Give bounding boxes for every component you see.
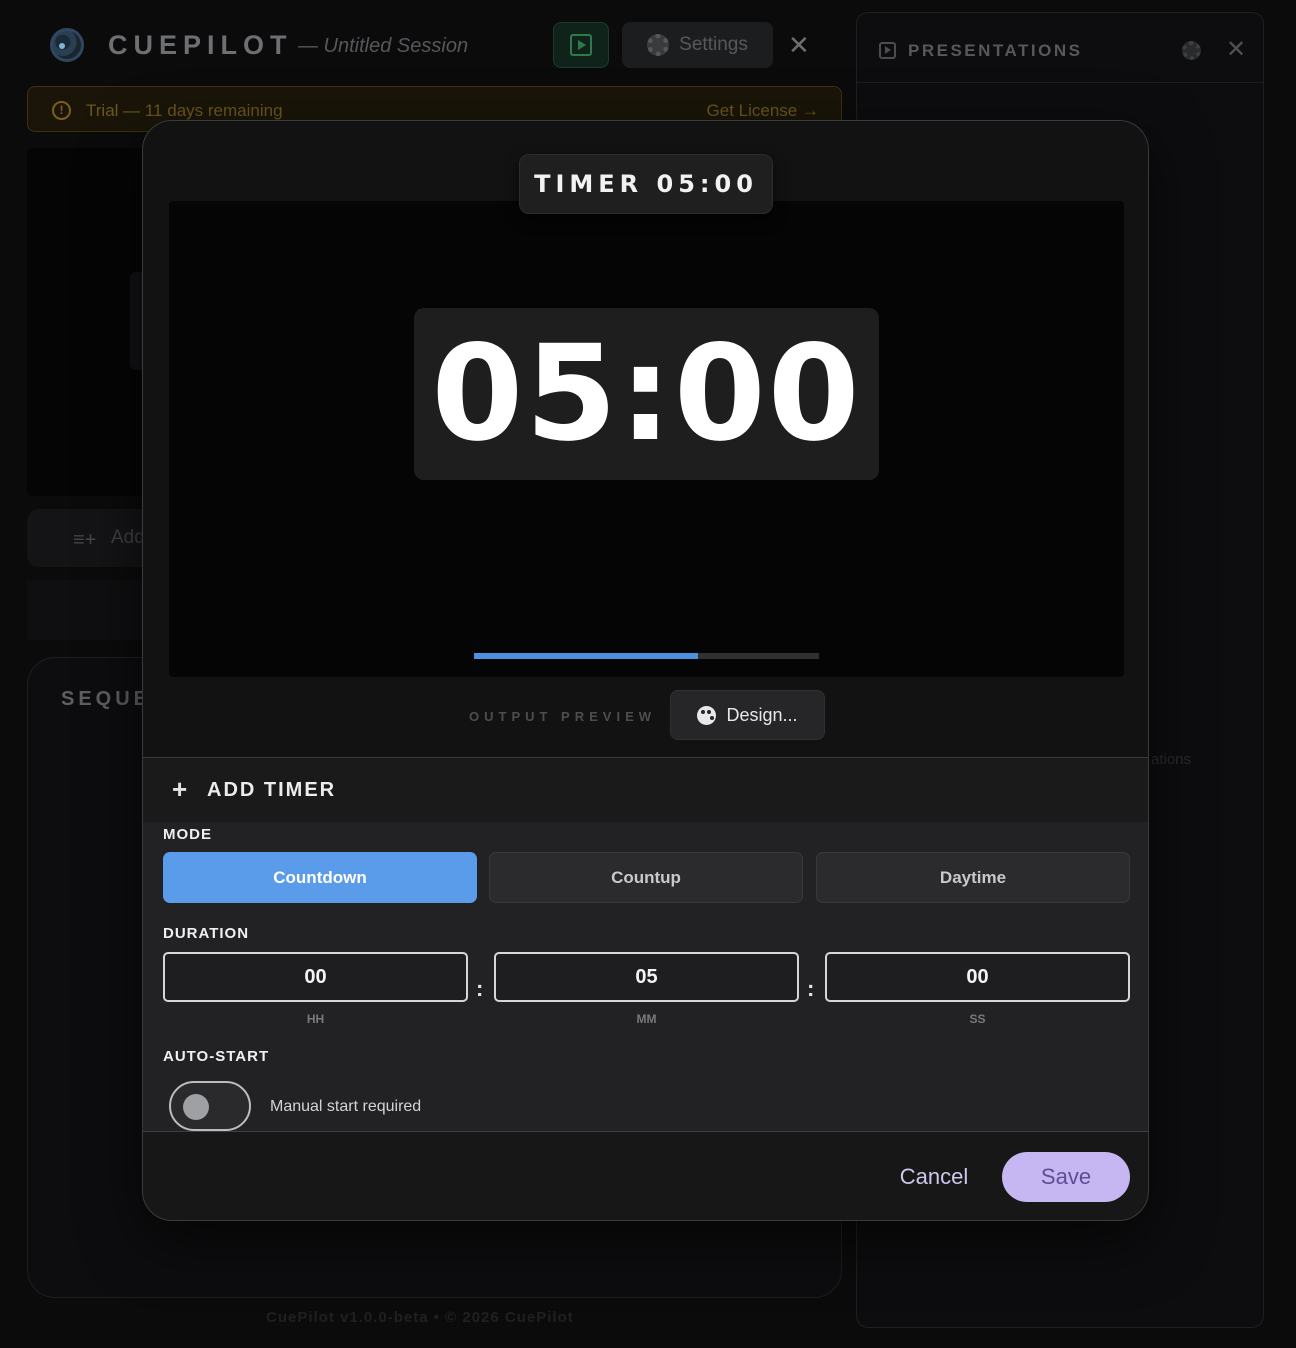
mode-countdown-button[interactable]: Countdown: [163, 852, 477, 903]
sequence-title: SEQUE: [61, 688, 152, 710]
timer-progress-bar: [474, 653, 819, 659]
add-label: Add: [111, 527, 145, 548]
app-logo-icon: [50, 28, 84, 62]
presentation-icon: [879, 42, 896, 59]
settings-label: Settings: [679, 34, 748, 55]
app-footer: CuePilot v1.0.0-beta • © 2026 CuePilot: [266, 1309, 574, 1326]
design-label: Design...: [726, 704, 798, 725]
session-title[interactable]: — Untitled Session: [298, 35, 468, 58]
app-header: CUEPILOT — Untitled Session Settings ✕: [0, 0, 850, 90]
duration-label: DURATION: [163, 925, 250, 942]
timer-display: 05:00: [414, 308, 879, 480]
mode-label: MODE: [163, 826, 212, 843]
hours-input[interactable]: [163, 952, 468, 1002]
footer-divider: [143, 1131, 1148, 1132]
get-license-link[interactable]: Get License →: [707, 101, 819, 121]
palette-icon: [697, 705, 717, 725]
toggle-knob: [183, 1094, 209, 1120]
minutes-unit-label: MM: [636, 1012, 657, 1026]
info-icon: !: [52, 101, 71, 120]
close-icon[interactable]: ✕: [1226, 35, 1246, 64]
output-preview-label: OUTPUT PREVIEW: [469, 709, 657, 724]
minutes-input[interactable]: [494, 952, 799, 1002]
presentations-empty-text: ations: [1151, 751, 1192, 768]
form-title: ADD TIMER: [207, 779, 337, 801]
timer-badge: TIMER 05:00: [519, 154, 773, 214]
app-brand: CUEPILOT: [108, 30, 293, 60]
design-button[interactable]: Design...: [670, 690, 825, 740]
playlist-add-icon: ≡+: [73, 529, 97, 551]
present-button[interactable]: [553, 22, 609, 68]
close-icon[interactable]: ✕: [788, 30, 810, 61]
play-icon: [570, 34, 592, 56]
hours-unit-label: HH: [306, 1012, 325, 1026]
presentations-header: PRESENTATIONS ✕: [857, 13, 1263, 83]
autostart-label: AUTO-START: [163, 1048, 270, 1065]
seconds-input[interactable]: [825, 952, 1130, 1002]
settings-button[interactable]: Settings: [622, 22, 773, 68]
mode-countup-button[interactable]: Countup: [489, 852, 803, 903]
add-timer-dialog: TIMER 05:00 05:00 OUTPUT PREVIEW Design.…: [142, 120, 1149, 1221]
time-separator: :: [476, 976, 484, 1001]
form-header: + ADD TIMER: [143, 758, 1148, 822]
gear-icon: [647, 34, 670, 56]
plus-icon: +: [172, 774, 188, 804]
preview-area: TIMER 05:00 05:00 OUTPUT PREVIEW Design.…: [143, 121, 1148, 757]
trial-text: Trial — 11 days remaining: [86, 101, 283, 120]
cancel-button[interactable]: Cancel: [879, 1155, 989, 1199]
time-separator: :: [807, 976, 815, 1001]
autostart-status: Manual start required: [270, 1098, 422, 1115]
mode-daytime-button[interactable]: Daytime: [816, 852, 1130, 903]
seconds-unit-label: SS: [969, 1012, 986, 1026]
autostart-toggle[interactable]: [169, 1081, 251, 1131]
gear-icon[interactable]: [1182, 41, 1201, 60]
presentations-title: PRESENTATIONS: [908, 41, 1083, 60]
save-button[interactable]: Save: [1002, 1152, 1130, 1202]
timer-progress-fill: [474, 653, 699, 659]
